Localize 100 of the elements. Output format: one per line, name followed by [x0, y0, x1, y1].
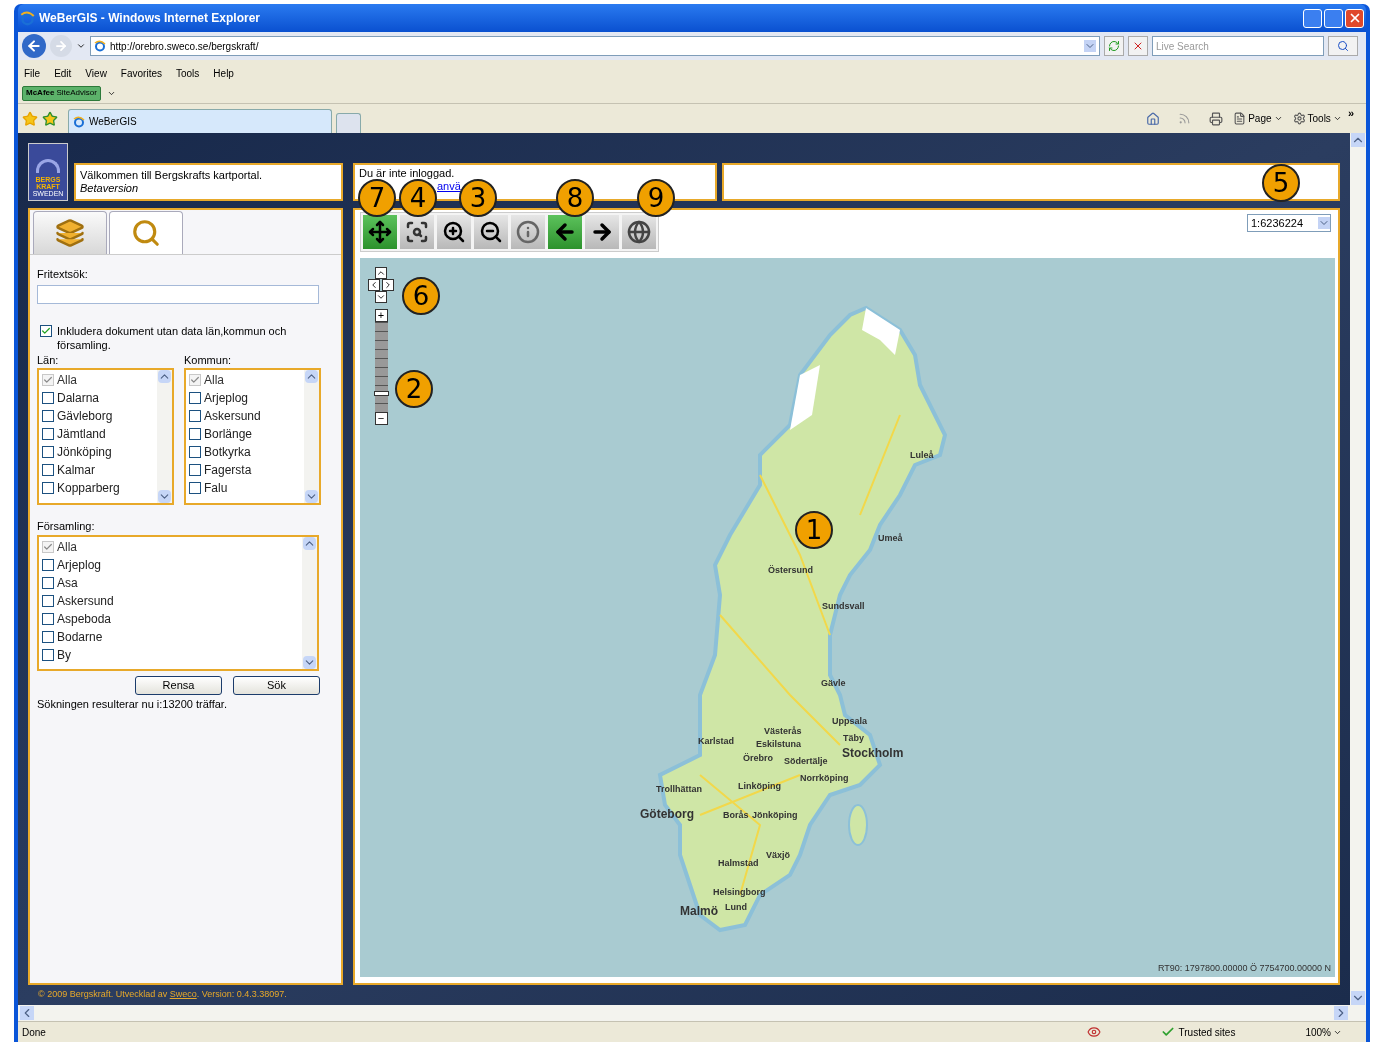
map-tool-button[interactable] [548, 215, 582, 249]
list-item-label[interactable]: Jämtland [57, 425, 106, 443]
panel-tab[interactable] [33, 211, 107, 254]
privacy-icon[interactable] [1086, 1025, 1101, 1039]
checkbox[interactable] [42, 594, 54, 607]
list-item-label[interactable]: Falu [204, 479, 228, 497]
menu-item[interactable]: Favorites [120, 65, 162, 81]
scroll-down-icon[interactable] [158, 490, 171, 503]
list-item-label[interactable]: Aspeboda [57, 609, 112, 628]
scroll-down-icon[interactable] [1351, 991, 1365, 1005]
minimize-button[interactable] [1303, 8, 1322, 28]
list-item-label[interactable]: Askersund [57, 591, 114, 610]
search-field[interactable]: Live Search [1152, 36, 1324, 56]
checkbox[interactable] [42, 482, 54, 494]
list-item-label[interactable]: Dalarna [57, 389, 100, 407]
checkbox[interactable] [42, 612, 54, 625]
command-button[interactable]: Page [1233, 111, 1283, 126]
list-item-label[interactable]: Jönköping [57, 443, 112, 461]
maximize-button[interactable] [1324, 8, 1343, 28]
print-icon[interactable] [1209, 111, 1224, 126]
back-button[interactable] [22, 34, 46, 58]
close-button[interactable] [1345, 8, 1364, 28]
list-item-label[interactable]: Asa [57, 573, 78, 592]
horizontal-scrollbar[interactable] [18, 1005, 1366, 1021]
list-item-label[interactable]: Borlänge [204, 425, 253, 443]
browser-tab[interactable]: WeBerGIS [68, 109, 332, 133]
map-tool-button[interactable] [400, 215, 434, 249]
scroll-up-icon[interactable] [303, 536, 316, 550]
pan-down-icon[interactable] [375, 291, 387, 303]
map-tool-button[interactable] [474, 215, 508, 249]
zoom-plus-button[interactable]: + [374, 309, 388, 322]
more-button[interactable]: » [1347, 105, 1354, 122]
dropdown-icon[interactable] [76, 41, 86, 51]
menu-item[interactable]: Edit [54, 65, 72, 81]
checkbox[interactable] [189, 446, 201, 458]
scroll-up-icon[interactable] [158, 370, 171, 383]
list-item-label[interactable]: Kalmar [57, 461, 95, 479]
scrollbar[interactable] [302, 536, 317, 669]
checkbox[interactable] [42, 576, 54, 589]
list-item-label[interactable]: Botkyrka [204, 443, 251, 461]
list-item-label[interactable]: Bodarne [57, 627, 103, 646]
siteadvisor-button[interactable]: McAfee SiteAdvisor [22, 85, 101, 101]
map-tool-button[interactable] [363, 215, 397, 249]
scroll-up-icon[interactable] [305, 370, 318, 383]
menu-item[interactable]: Help [213, 65, 234, 81]
home-icon[interactable] [1146, 111, 1161, 126]
form-button[interactable]: Rensa [135, 675, 222, 695]
command-button[interactable]: Tools [1292, 111, 1342, 126]
list-item-label[interactable]: Arjeplog [204, 389, 249, 407]
checkbox[interactable] [42, 428, 54, 440]
menu-item[interactable]: File [24, 65, 41, 81]
footer-link[interactable]: Sweco [169, 989, 197, 999]
menu-item[interactable]: Tools [176, 65, 200, 81]
scroll-left-icon[interactable] [20, 1006, 34, 1020]
checkbox[interactable] [42, 392, 54, 404]
scroll-down-icon[interactable] [305, 490, 318, 503]
pan-up-icon[interactable] [375, 267, 387, 279]
checkbox[interactable] [42, 446, 54, 458]
login-link[interactable]: anvä [437, 180, 461, 193]
list-item-label[interactable]: Gävleborg [57, 407, 113, 425]
scrollbar[interactable] [157, 370, 172, 503]
checkbox[interactable] [42, 630, 54, 643]
checkbox[interactable] [189, 410, 201, 422]
scale-select[interactable]: 1:6236224 [1247, 214, 1331, 232]
scrollbar[interactable] [304, 370, 319, 503]
checkbox[interactable] [42, 410, 54, 422]
scroll-right-icon[interactable] [1334, 1006, 1348, 1020]
list-item-label[interactable]: Askersund [204, 407, 261, 425]
search-button[interactable] [1328, 36, 1358, 56]
checkbox[interactable] [42, 558, 54, 571]
map-tool-button[interactable] [437, 215, 471, 249]
scroll-down-icon[interactable] [303, 655, 316, 669]
stop-button[interactable] [1128, 36, 1148, 56]
list-item-label[interactable]: Arjeplog [57, 555, 102, 574]
list-item-label[interactable]: Kopparberg [57, 479, 120, 497]
checkbox[interactable] [189, 464, 201, 476]
checkbox[interactable] [189, 482, 201, 494]
zoom-slider-thumb[interactable] [373, 391, 389, 396]
list-item-label[interactable]: Fagersta [204, 461, 252, 479]
checkbox[interactable] [189, 428, 201, 440]
zoom-level-button[interactable]: 100% [1305, 1024, 1342, 1040]
map-tool-button[interactable] [585, 215, 619, 249]
list-item-label[interactable]: By [57, 645, 71, 664]
menu-item[interactable]: View [85, 65, 107, 81]
panel-tab[interactable] [109, 211, 183, 254]
form-button[interactable]: Sök [233, 675, 320, 695]
pan-right-icon[interactable] [382, 279, 394, 291]
refresh-button[interactable] [1104, 36, 1124, 56]
zoom-minus-button[interactable]: − [374, 412, 388, 425]
scroll-up-icon[interactable] [1351, 133, 1365, 147]
map-tool-button[interactable] [622, 215, 656, 249]
address-field[interactable]: http://orebro.sweco.se/bergskraft/ [90, 36, 1100, 56]
free-text-search-field[interactable] [37, 284, 319, 304]
add-favorite-icon[interactable] [42, 110, 58, 127]
checkbox[interactable] [40, 324, 52, 337]
vertical-scrollbar[interactable] [1350, 133, 1366, 1005]
checkbox[interactable] [189, 392, 201, 404]
pan-left-icon[interactable] [368, 279, 380, 291]
checkbox[interactable] [42, 648, 54, 661]
checkbox[interactable] [42, 464, 54, 476]
